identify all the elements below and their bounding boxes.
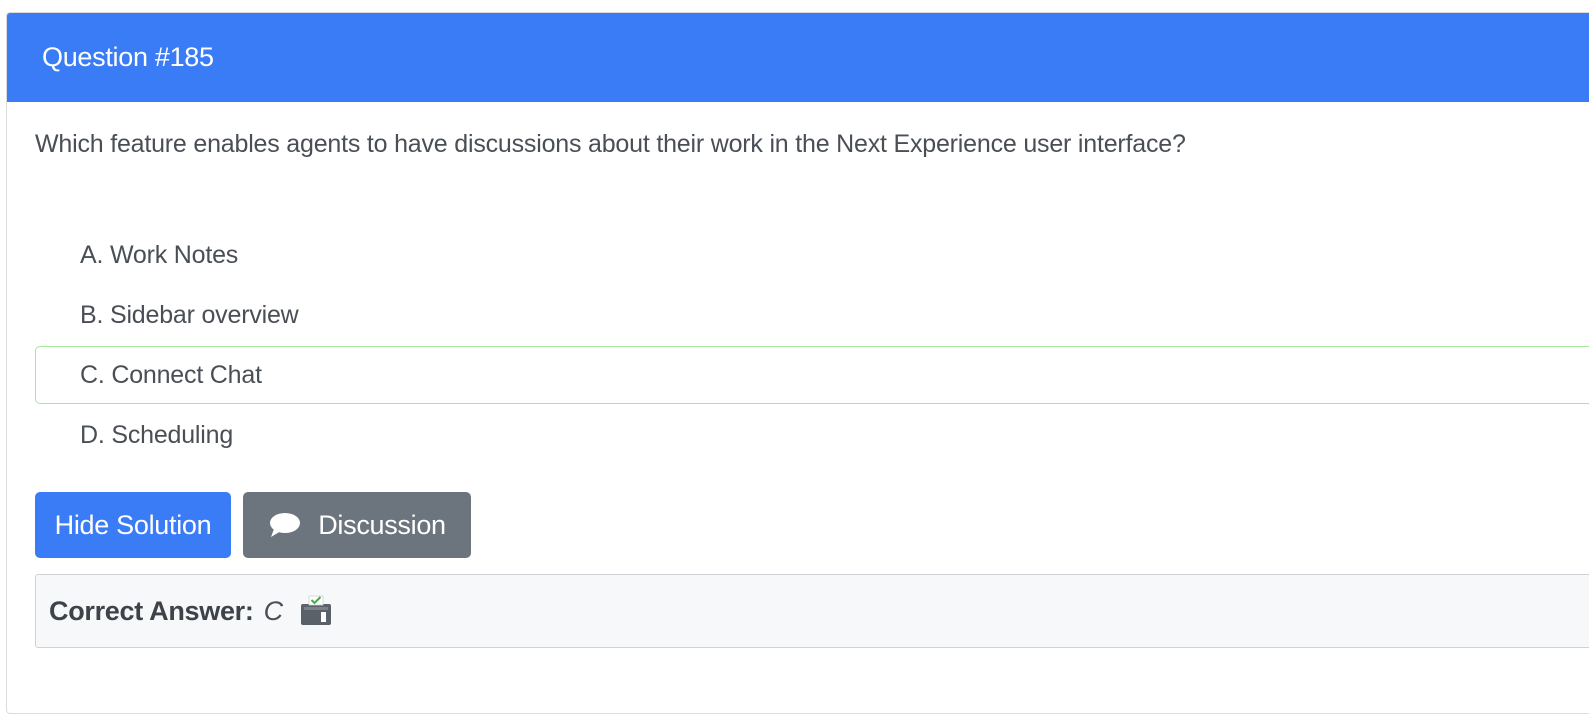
chat-bubble-icon [268, 511, 302, 539]
choice-c[interactable]: C. Connect Chat [35, 346, 1589, 404]
answer-box: Correct Answer: C [35, 574, 1589, 648]
correct-answer-value: C [263, 595, 284, 626]
question-text: Which feature enables agents to have dis… [35, 130, 1186, 158]
hide-solution-button[interactable]: Hide Solution [35, 492, 231, 558]
discussion-label: Discussion [318, 509, 446, 540]
choice-c-label: C. Connect Chat [80, 360, 262, 389]
choice-d[interactable]: D. Scheduling [35, 406, 1589, 464]
actions-bar: Hide Solution Discussion [35, 492, 471, 558]
choice-b-label: B. Sidebar overview [80, 300, 299, 329]
choice-d-label: D. Scheduling [80, 420, 234, 449]
choice-a[interactable]: A. Work Notes [35, 226, 1589, 284]
choice-b[interactable]: B. Sidebar overview [35, 286, 1589, 344]
choice-a-label: A. Work Notes [80, 240, 239, 269]
hide-solution-label: Hide Solution [54, 509, 212, 540]
choices-list: A. Work Notes B. Sidebar overview C. Con… [35, 226, 1589, 466]
discussion-button[interactable]: Discussion [243, 492, 471, 558]
question-title: Question #185 [42, 42, 214, 72]
correct-answer-label: Correct Answer: [49, 595, 254, 626]
question-header: Question #185 [7, 13, 1589, 102]
vote-box-icon[interactable] [299, 595, 333, 627]
